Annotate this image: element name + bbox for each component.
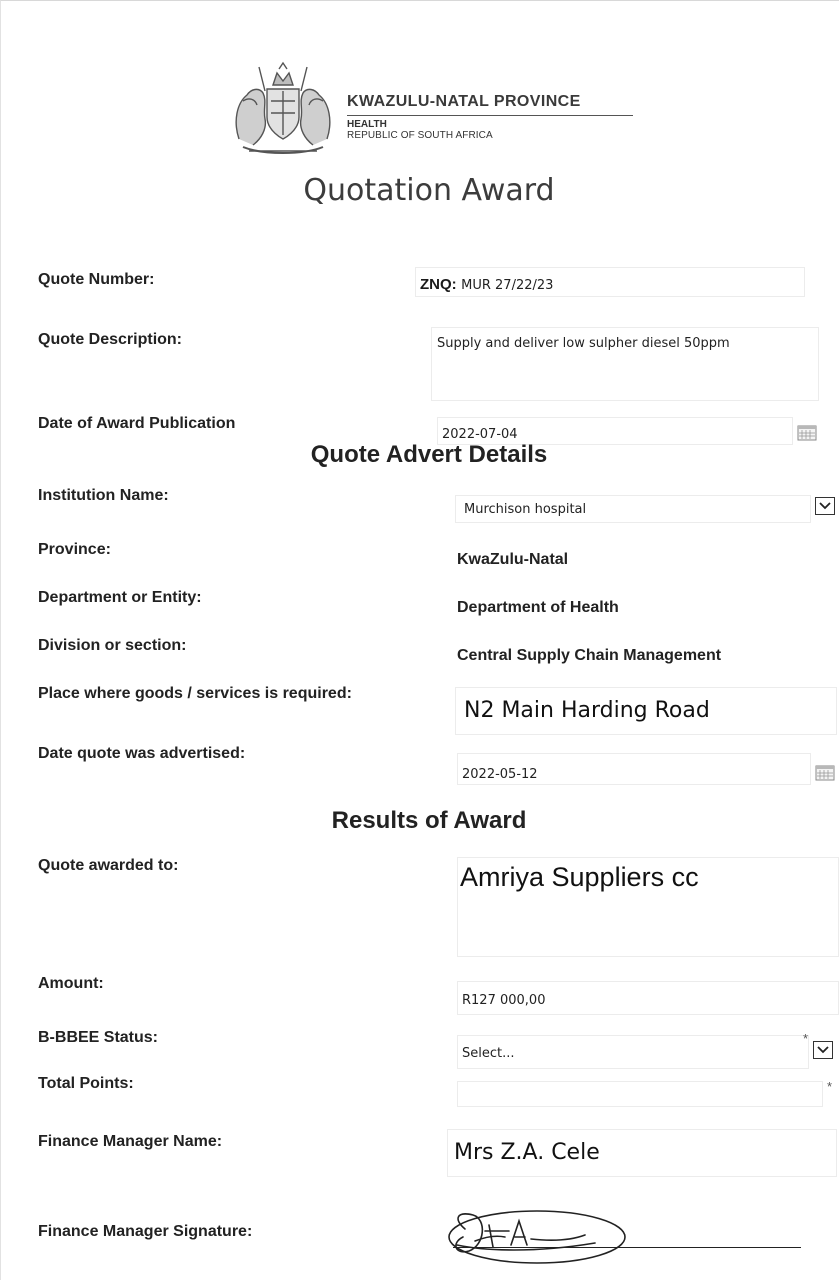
total-points-field[interactable]: [457, 1081, 823, 1107]
amount-value: R127 000,00: [462, 993, 546, 1008]
quote-number-field[interactable]: ZNQ: MUR 27/22/23: [415, 267, 805, 297]
advertised-date-label: Date quote was advertised:: [38, 745, 246, 762]
section-title-results: Results of Award: [331, 807, 527, 834]
coat-of-arms-icon: [235, 61, 331, 154]
finance-manager-field[interactable]: Mrs Z.A. Cele: [447, 1129, 837, 1177]
bbbee-label: B-BBEE Status:: [38, 1029, 159, 1046]
quote-number-prefix: ZNQ:: [420, 276, 457, 293]
signature-line: [453, 1247, 801, 1248]
section-title-advert: Quote Advert Details: [310, 441, 548, 468]
province-name: KWAZULU-NATAL PROVINCE: [347, 93, 581, 110]
division-label: Division or section:: [38, 637, 187, 654]
total-points-label: Total Points:: [38, 1075, 134, 1092]
bbbee-dropdown-button[interactable]: [813, 1041, 833, 1059]
required-marker: *: [827, 1079, 833, 1094]
country-name: REPUBLIC OF SOUTH AFRICA: [347, 130, 493, 141]
bbbee-select[interactable]: Select...: [457, 1035, 809, 1069]
quotation-award-form: KWAZULU-NATAL PROVINCE HEALTH REPUBLIC O…: [0, 0, 839, 1280]
quote-number-value: MUR 27/22/23: [461, 278, 554, 293]
calendar-icon[interactable]: [797, 425, 817, 441]
bbbee-value: Select...: [462, 1046, 515, 1061]
advertised-date-field[interactable]: 2022-05-12: [457, 753, 811, 785]
chevron-down-icon: [817, 1046, 829, 1054]
chevron-down-icon: [819, 502, 831, 510]
award-date-label: Date of Award Publication: [38, 415, 236, 432]
place-label: Place where goods / services is required…: [38, 685, 352, 702]
awarded-to-value: Amriya Suppliers cc: [460, 862, 699, 892]
finance-manager-value: Mrs Z.A. Cele: [454, 1140, 600, 1165]
amount-field[interactable]: R127 000,00: [457, 981, 839, 1015]
province-value: KwaZulu-Natal: [457, 551, 569, 568]
place-value: N2 Main Harding Road: [464, 698, 710, 723]
handwritten-signature: [448, 1210, 626, 1264]
institution-select[interactable]: Murchison hospital: [455, 495, 811, 523]
institution-value: Murchison hospital: [464, 502, 587, 517]
awarded-to-field[interactable]: Amriya Suppliers cc: [457, 857, 839, 957]
award-date-value: 2022-07-04: [442, 427, 518, 442]
quote-description-value: Supply and deliver low sulpher diesel 50…: [437, 336, 730, 351]
quote-description-field[interactable]: Supply and deliver low sulpher diesel 50…: [431, 327, 819, 401]
advertised-date-value: 2022-05-12: [462, 767, 538, 782]
signature-label: Finance Manager Signature:: [38, 1223, 253, 1240]
place-field[interactable]: N2 Main Harding Road: [455, 687, 837, 735]
quote-number-label: Quote Number:: [38, 271, 155, 288]
finance-manager-label: Finance Manager Name:: [38, 1133, 223, 1150]
division-value: Central Supply Chain Management: [457, 647, 722, 664]
page-title: Quotation Award: [303, 173, 555, 208]
department-name: HEALTH: [347, 119, 387, 130]
header-divider: [347, 115, 633, 116]
department-label: Department or Entity:: [38, 589, 202, 606]
required-marker: *: [803, 1031, 809, 1046]
department-value: Department of Health: [457, 599, 619, 616]
province-label: Province:: [38, 541, 111, 558]
institution-dropdown-button[interactable]: [815, 497, 835, 515]
awarded-to-label: Quote awarded to:: [38, 857, 179, 874]
calendar-icon[interactable]: [815, 765, 835, 781]
quote-description-label: Quote Description:: [38, 331, 183, 348]
amount-label: Amount:: [38, 975, 104, 992]
institution-label: Institution Name:: [38, 487, 169, 504]
